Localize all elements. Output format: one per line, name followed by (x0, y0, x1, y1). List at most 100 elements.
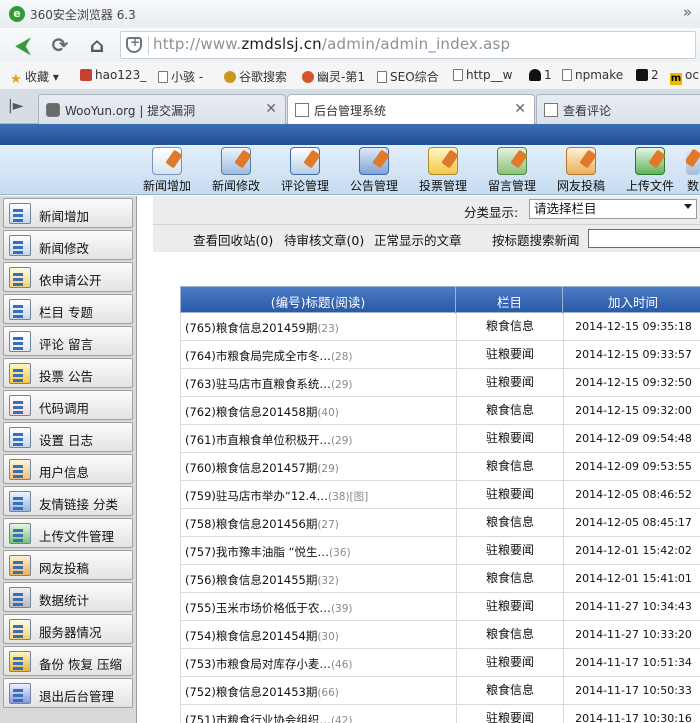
news-title-cell[interactable]: (753)市粮食局对库存小麦…(46) (185, 656, 455, 672)
table-row[interactable]: (754)粮食信息201454期(30) 粮食信息 2014-11-27 10:33… (180, 621, 700, 649)
bookmark-ghost[interactable]: 幽灵-第1 (302, 68, 365, 85)
published-articles-link[interactable]: 正常显示的文章 (374, 230, 462, 249)
column-header-title[interactable]: (编号)标题(阅读) (181, 292, 455, 311)
news-title[interactable]: (759)驻马店市举办“12.4… (185, 489, 328, 503)
close-icon[interactable]: ✕ (265, 101, 277, 117)
sidebar-item-links[interactable]: 友情链接 分类 (3, 486, 133, 516)
table-row[interactable]: (756)粮食信息201455期(32) 粮食信息 2014-12-01 15:41… (180, 565, 700, 593)
news-title-cell[interactable]: (764)市粮食局完成全市冬…(28) (185, 348, 455, 364)
search-input[interactable] (588, 229, 700, 248)
bookmark-oc[interactable]: m oc (670, 68, 699, 85)
sidebar-item-columns[interactable]: 栏目 专题 (3, 294, 133, 324)
bookmark-google[interactable]: 谷歌搜索 (224, 68, 287, 85)
news-title-cell[interactable]: (758)粮食信息201456期(27) (185, 516, 455, 532)
table-row[interactable]: (765)粮食信息201459期(23) 粮食信息 2014-12-15 09:35… (180, 313, 700, 341)
topmenu-stats[interactable]: 数 (686, 147, 700, 195)
news-title[interactable]: (761)市直粮食单位积极开… (185, 433, 331, 447)
table-row[interactable]: (762)粮食信息201458期(40) 粮食信息 2014-12-15 09:32… (180, 397, 700, 425)
sidebar-toggle-icon[interactable]: |► (8, 98, 23, 114)
sidebar-item-settings[interactable]: 设置 日志 (3, 422, 133, 452)
sidebar-item-server[interactable]: 服务器情况 (3, 614, 133, 644)
topmenu-news-edit[interactable]: 新闻修改 (203, 147, 269, 195)
news-title[interactable]: (751)市粮食行业协会组织… (185, 713, 331, 723)
table-row[interactable]: (764)市粮食局完成全市冬…(28) 驻粮要闻 2014-12-15 09:33:… (180, 341, 700, 369)
tab-admin[interactable]: 后台管理系统 ✕ (287, 94, 535, 125)
sidebar-item-backup[interactable]: 备份 恢复 压缩 (3, 646, 133, 676)
bookmark-2[interactable]: 2 (636, 68, 659, 82)
topmenu-submission[interactable]: 网友投稿 (548, 147, 614, 195)
table-row[interactable]: (763)驻马店市直粮食系统…(29) 驻粮要闻 2014-12-15 09:32:… (180, 369, 700, 397)
news-title-cell[interactable]: (762)粮食信息201458期(40) (185, 404, 455, 420)
news-title-cell[interactable]: (761)市直粮食单位积极开…(29) (185, 432, 455, 448)
close-icon[interactable]: ✕ (514, 101, 526, 117)
topmenu-news-add[interactable]: 新闻增加 (134, 147, 200, 195)
news-title[interactable]: (754)粮食信息201454期 (185, 629, 317, 643)
bookmark-1[interactable]: 1 (529, 68, 552, 82)
sidebar-item-comments[interactable]: 评论 留言 (3, 326, 133, 356)
url-text[interactable]: http://www.zmdslsj.cn/admin/admin_index.… (153, 35, 510, 53)
news-title-cell[interactable]: (756)粮食信息201455期(32) (185, 572, 455, 588)
sidebar-item-news-add[interactable]: 新闻增加 (3, 198, 133, 228)
category-select[interactable]: 请选择栏目 (529, 199, 697, 219)
pending-articles-link[interactable]: 待审核文章(0) (284, 230, 364, 249)
news-title[interactable]: (755)玉米市场价格低于农… (185, 601, 331, 615)
news-title[interactable]: (764)市粮食局完成全市冬… (185, 349, 331, 363)
table-row[interactable]: (753)市粮食局对库存小麦…(46) 驻粮要闻 2014-11-17 10:51:… (180, 649, 700, 677)
topmenu-vote[interactable]: 投票管理 (410, 147, 476, 195)
sidebar-item-news-edit[interactable]: 新闻修改 (3, 230, 133, 260)
news-title[interactable]: (758)粮食信息201456期 (185, 517, 317, 531)
column-header-category[interactable]: 栏目 (456, 292, 563, 311)
tab-comments[interactable]: 查看评论 (536, 94, 700, 124)
sidebar-item-vote[interactable]: 投票 公告 (3, 358, 133, 388)
topmenu-message[interactable]: 留言管理 (479, 147, 545, 195)
news-title-cell[interactable]: (754)粮食信息201454期(30) (185, 628, 455, 644)
news-title-cell[interactable]: (751)市粮食行业协会组织…(42) (185, 712, 455, 723)
topmenu-upload[interactable]: 上传文件 (617, 147, 683, 195)
bookmark-hao123[interactable]: hao123_ (80, 68, 146, 82)
security-shield-icon[interactable] (126, 35, 142, 53)
news-title[interactable]: (762)粮食信息201458期 (185, 405, 317, 419)
news-title[interactable]: (756)粮食信息201455期 (185, 573, 317, 587)
address-bar[interactable]: http://www.zmdslsj.cn/admin/admin_index.… (120, 31, 696, 59)
topmenu-comments[interactable]: 评论管理 (272, 147, 338, 195)
sidebar-item-user[interactable]: 用户信息 (3, 454, 133, 484)
news-title-cell[interactable]: (759)驻马店市举办“12.4…(38)[图] (185, 488, 455, 504)
bookmark-npmake[interactable]: npmake (562, 68, 623, 82)
news-title[interactable]: (760)粮食信息201457期 (185, 461, 317, 475)
news-title-cell[interactable]: (765)粮食信息201459期(23) (185, 320, 455, 336)
bookmark-xiaohai[interactable]: 小骇 - (158, 68, 203, 85)
sidebar-item-code[interactable]: 代码调用 (3, 390, 133, 420)
table-row[interactable]: (759)驻马店市举办“12.4…(38)[图] 驻粮要闻 2014-12-05 0… (180, 481, 700, 509)
bookmark-http[interactable]: http__w (453, 68, 512, 82)
news-title-cell[interactable]: (752)粮食信息201453期(66) (185, 684, 455, 700)
news-title-cell[interactable]: (760)粮食信息201457期(29) (185, 460, 455, 476)
news-title[interactable]: (752)粮食信息201453期 (185, 685, 317, 699)
news-title[interactable]: (753)市粮食局对库存小麦… (185, 657, 331, 671)
sidebar-item-upload[interactable]: 上传文件管理 (3, 518, 133, 548)
news-title[interactable]: (765)粮食信息201459期 (185, 321, 317, 335)
topmenu-notice[interactable]: 公告管理 (341, 147, 407, 195)
sidebar-item-logout[interactable]: 退出后台管理 (3, 678, 133, 708)
home-button[interactable]: ⌂ (83, 31, 111, 59)
table-row[interactable]: (755)玉米市场价格低于农…(39) 驻粮要闻 2014-11-27 10:34:… (180, 593, 700, 621)
chevron-right-icon[interactable]: » (683, 3, 692, 21)
news-title[interactable]: (763)驻马店市直粮食系统… (185, 377, 331, 391)
back-button[interactable]: ⮜ (9, 31, 37, 59)
column-header-time[interactable]: 加入时间 (563, 292, 700, 311)
sidebar-item-stats[interactable]: 数据统计 (3, 582, 133, 612)
sidebar-item-disclosure[interactable]: 依申请公开 (3, 262, 133, 292)
table-row[interactable]: (757)我市豫丰油脂 “悦生…(36) 驻粮要闻 2014-12-01 15:42… (180, 537, 700, 565)
table-row[interactable]: (752)粮食信息201453期(66) 粮食信息 2014-11-17 10:50… (180, 677, 700, 705)
news-title-cell[interactable]: (763)驻马店市直粮食系统…(29) (185, 376, 455, 392)
table-row[interactable]: (760)粮食信息201457期(29) 粮食信息 2014-12-09 09:53… (180, 453, 700, 481)
table-row[interactable]: (751)市粮食行业协会组织…(42) 驻粮要闻 2014-11-17 10:30:… (180, 705, 700, 723)
bookmark-favorites[interactable]: ★ 收藏 ▾ (10, 68, 59, 87)
table-row[interactable]: (761)市直粮食单位积极开…(29) 驻粮要闻 2014-12-09 09:54:… (180, 425, 700, 453)
table-row[interactable]: (758)粮食信息201456期(27) 粮食信息 2014-12-05 08:45… (180, 509, 700, 537)
recycle-bin-link[interactable]: 查看回收站(0) (193, 230, 273, 249)
refresh-button[interactable]: ⟳ (46, 31, 74, 59)
bookmark-seo[interactable]: SEO综合 (377, 68, 439, 85)
news-title-cell[interactable]: (757)我市豫丰油脂 “悦生…(36) (185, 544, 455, 560)
news-title-cell[interactable]: (755)玉米市场价格低于农…(39) (185, 600, 455, 616)
sidebar-item-submission[interactable]: 网友投稿 (3, 550, 133, 580)
